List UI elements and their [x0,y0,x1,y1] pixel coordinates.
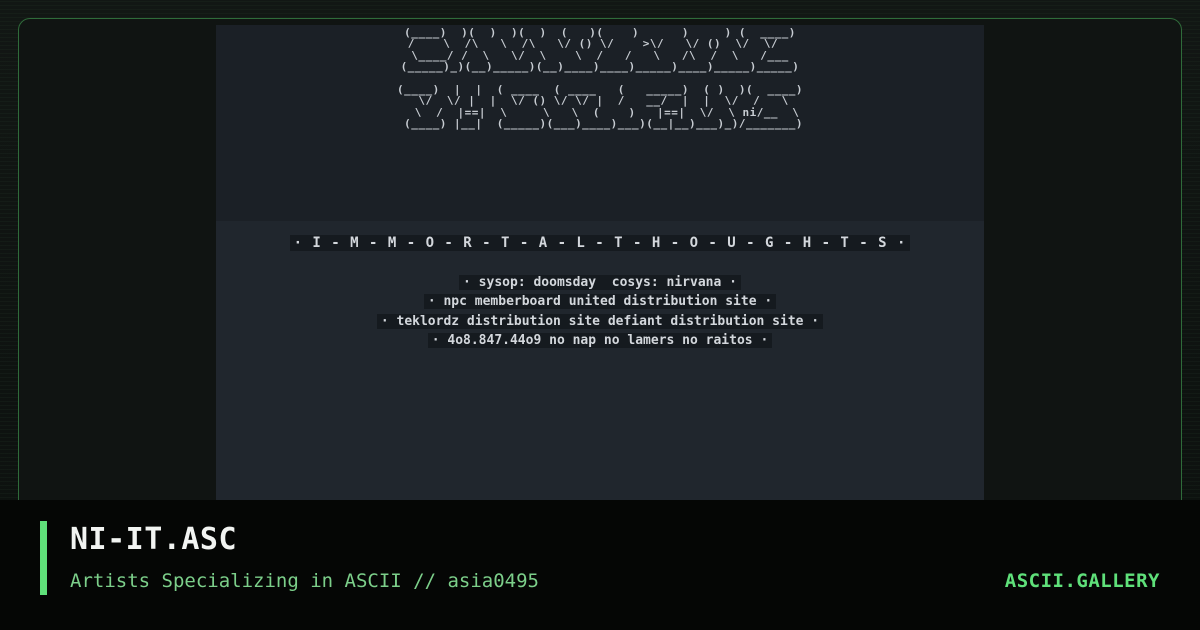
artwork-info-line: · npc memberboard united distribution si… [216,294,984,309]
ascii-logo-block: (____) )( ) )( ) ( )( ) ) ) ( ____) / \ … [216,25,984,221]
artwork-title-line: · I - M - M - O - R - T - A - L - T - H … [216,235,984,251]
ascii-artwork: (____) )( ) )( ) ( )( ) ) ) ( ____) / \ … [216,25,984,501]
artwork-info-line: · teklordz distribution site defiant dis… [216,314,984,329]
artwork-info-line: · 4o8.847.44o9 no nap no lamers no raito… [216,333,984,348]
file-title: NI-IT.ASC [70,522,238,557]
ascii-logo-text: (____) )( ) )( ) ( )( ) ) ) ( ____) / \ … [397,26,803,131]
footer-bar [0,500,1200,630]
artist-subtitle: Artists Specializing in ASCII // asia049… [70,570,539,592]
brand-link[interactable]: ASCII.GALLERY [1005,570,1160,592]
accent-bar [40,521,47,595]
artwork-info-line: · sysop: doomsday cosys: nirvana · [216,275,984,290]
